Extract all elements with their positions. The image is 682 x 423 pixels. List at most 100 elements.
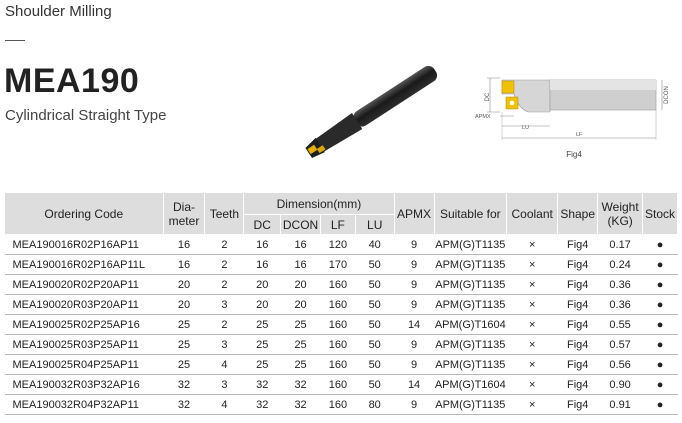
header-lf: LF bbox=[320, 214, 356, 235]
table-row: MEA190016R02P16AP11L 16 2 16 16 170 50 9 APM(G)T… bbox=[4, 254, 678, 275]
dc-cell: 20 bbox=[243, 274, 281, 295]
header-stock: Stock bbox=[642, 192, 678, 235]
coolant-cell: × bbox=[506, 334, 558, 355]
dcon-cell: 16 bbox=[280, 234, 321, 255]
model-subtitle: Cylindrical Straight Type bbox=[5, 107, 167, 124]
apmx-cell: 9 bbox=[394, 274, 434, 295]
table-row: MEA190025R02P25AP16 25 2 25 25 160 50 14 APM(G)T… bbox=[4, 314, 678, 335]
coolant-cell: × bbox=[506, 394, 558, 415]
teeth-cell: 3 bbox=[204, 294, 244, 315]
shape-cell: Fig4 bbox=[557, 274, 598, 295]
dc-label: DC bbox=[485, 92, 491, 101]
ordering-code: MEA190025R04P25AP11 bbox=[4, 354, 164, 375]
stock-cell: ● bbox=[642, 294, 678, 315]
shape-cell: Fig4 bbox=[557, 234, 598, 255]
coolant-cell: × bbox=[506, 314, 558, 335]
dc-cell: 16 bbox=[243, 234, 281, 255]
teeth-cell: 4 bbox=[204, 354, 244, 375]
table-row: MEA190016R02P16AP11 16 2 16 16 120 40 9 APM(G)T1… bbox=[4, 234, 678, 255]
header-coolant: Coolant bbox=[506, 192, 559, 235]
insert-cell: APM(G)T1604 bbox=[434, 314, 507, 335]
coolant-cell: × bbox=[506, 234, 558, 255]
technical-drawing-fig4: DC DCON APMX LU LF Fig4 bbox=[475, 77, 670, 159]
shape-cell: Fig4 bbox=[557, 374, 598, 395]
end-mill-photo bbox=[305, 65, 438, 159]
teeth-cell: 4 bbox=[204, 394, 244, 415]
lf-cell: 160 bbox=[320, 314, 356, 335]
diameter-cell: 25 bbox=[163, 354, 205, 375]
header-dc: DC bbox=[243, 214, 282, 235]
dcon-cell: 25 bbox=[280, 354, 321, 375]
coolant-cell: × bbox=[506, 254, 558, 275]
apmx-cell: 14 bbox=[394, 374, 434, 395]
weight-cell: 0.17 bbox=[597, 234, 643, 255]
stock-cell: ● bbox=[642, 374, 678, 395]
header-dcon: DCON bbox=[280, 214, 321, 235]
ordering-code: MEA190020R02P20AP11 bbox=[4, 274, 164, 295]
diameter-cell: 16 bbox=[163, 234, 205, 255]
diameter-cell: 16 bbox=[163, 254, 205, 275]
header-teeth: Teeth bbox=[204, 192, 245, 235]
lu-cell: 50 bbox=[355, 354, 395, 375]
shape-cell: Fig4 bbox=[557, 294, 598, 315]
lf-cell: 160 bbox=[320, 394, 356, 415]
ordering-code: MEA190025R02P25AP16 bbox=[4, 314, 164, 335]
lu-cell: 50 bbox=[355, 374, 395, 395]
dc-cell: 25 bbox=[243, 334, 281, 355]
dc-cell: 32 bbox=[243, 394, 281, 415]
dc-cell: 32 bbox=[243, 374, 281, 395]
apmx-label: APMX bbox=[475, 114, 491, 120]
header-shape: Shape bbox=[557, 192, 599, 235]
stock-cell: ● bbox=[642, 314, 678, 335]
dcon-cell: 20 bbox=[280, 274, 321, 295]
lf-cell: 170 bbox=[320, 254, 356, 275]
lf-label: LF bbox=[576, 132, 583, 138]
insert-cell: APM(G)T1135 bbox=[434, 354, 507, 375]
insert-cell: APM(G)T1135 bbox=[434, 294, 507, 315]
lf-cell: 120 bbox=[320, 234, 356, 255]
dcon-cell: 16 bbox=[280, 254, 321, 275]
dcon-label: DCON bbox=[664, 86, 670, 104]
stock-cell: ● bbox=[642, 234, 678, 255]
apmx-cell: 9 bbox=[394, 254, 434, 275]
diameter-cell: 25 bbox=[163, 314, 205, 335]
stock-cell: ● bbox=[642, 254, 678, 275]
ordering-code: MEA190016R02P16AP11L bbox=[4, 254, 164, 275]
teeth-cell: 2 bbox=[204, 314, 244, 335]
insert-cell: APM(G)T1135 bbox=[434, 254, 507, 275]
header-weight: Weight (KG) bbox=[597, 192, 644, 235]
ordering-code: MEA190016R02P16AP11 bbox=[4, 234, 164, 255]
weight-cell: 0.55 bbox=[597, 314, 643, 335]
apmx-cell: 9 bbox=[394, 394, 434, 415]
spec-table: Ordering Code Dia-meter Teeth Dimension(… bbox=[4, 192, 678, 415]
diameter-cell: 25 bbox=[163, 334, 205, 355]
weight-cell: 0.56 bbox=[597, 354, 643, 375]
lu-cell: 50 bbox=[355, 274, 395, 295]
header-suitable-for: Suitable for bbox=[433, 192, 508, 235]
lu-cell: 50 bbox=[355, 314, 395, 335]
teeth-cell: 3 bbox=[204, 334, 244, 355]
table-row: MEA190025R03P25AP11 25 3 25 25 160 50 9 APM(G)T1… bbox=[4, 334, 678, 355]
teeth-cell: 2 bbox=[204, 274, 244, 295]
header-lu: LU bbox=[354, 214, 395, 235]
apmx-cell: 9 bbox=[394, 234, 434, 255]
shape-cell: Fig4 bbox=[557, 354, 598, 375]
dc-cell: 25 bbox=[243, 354, 281, 375]
category-title: Shoulder Milling bbox=[5, 3, 112, 20]
teeth-cell: 3 bbox=[204, 374, 244, 395]
dcon-cell: 20 bbox=[280, 294, 321, 315]
stock-cell: ● bbox=[642, 274, 678, 295]
dcon-cell: 25 bbox=[280, 314, 321, 335]
lu-label: LU bbox=[522, 125, 529, 131]
stock-cell: ● bbox=[642, 394, 678, 415]
weight-cell: 0.57 bbox=[597, 334, 643, 355]
diameter-cell: 20 bbox=[163, 294, 205, 315]
lf-cell: 160 bbox=[320, 354, 356, 375]
weight-cell: 0.24 bbox=[597, 254, 643, 275]
figure-caption: Fig4 bbox=[566, 150, 582, 159]
dcon-cell: 25 bbox=[280, 334, 321, 355]
lu-cell: 40 bbox=[355, 234, 395, 255]
lu-cell: 50 bbox=[355, 254, 395, 275]
model-title: MEA190 bbox=[4, 62, 140, 100]
dc-cell: 25 bbox=[243, 314, 281, 335]
